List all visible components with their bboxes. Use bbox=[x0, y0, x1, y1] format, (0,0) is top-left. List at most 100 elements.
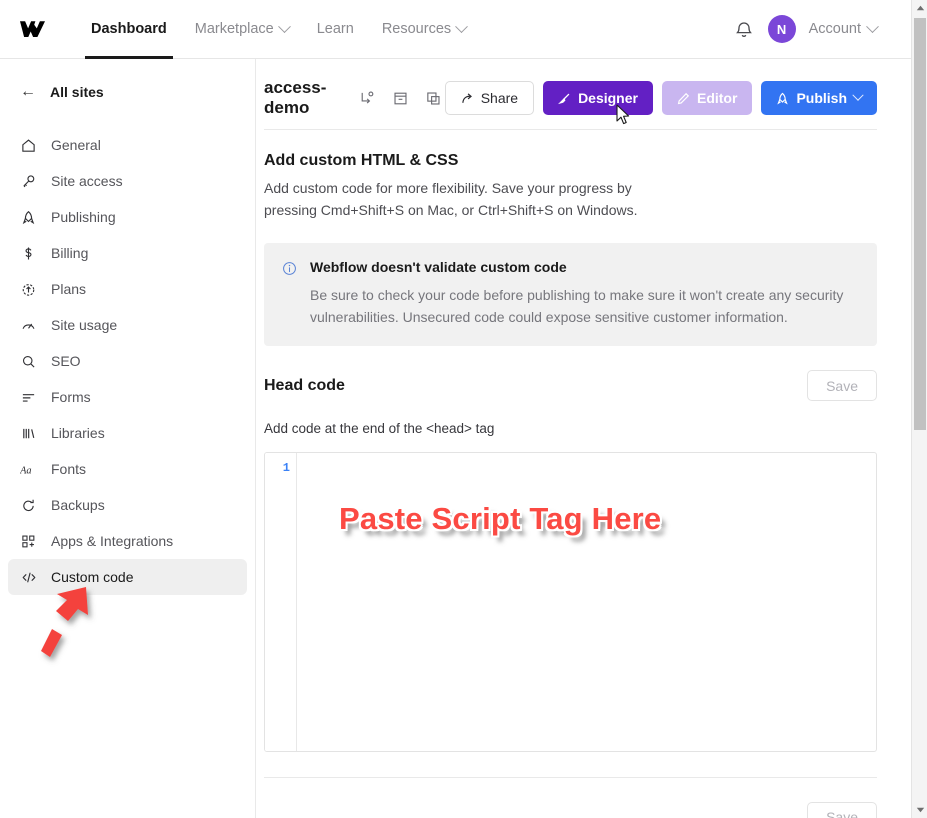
page-title: access-demo bbox=[264, 78, 327, 117]
editor-button-label: Editor bbox=[696, 90, 738, 106]
sidebar-item-plans[interactable]: Plans bbox=[8, 271, 247, 307]
sidebar-item-libraries[interactable]: Libraries bbox=[8, 415, 247, 451]
scroll-up-arrow[interactable] bbox=[912, 0, 927, 16]
save-button-label: Save bbox=[826, 809, 858, 818]
webflow-logo-icon[interactable] bbox=[18, 14, 48, 44]
notice-body: Be sure to check your code before publis… bbox=[310, 287, 844, 326]
search-icon bbox=[20, 353, 37, 370]
nav-right-group: N Account bbox=[735, 15, 911, 43]
section-heading: Add custom HTML & CSS bbox=[264, 152, 459, 169]
sidebar-item-label: SEO bbox=[51, 353, 81, 369]
page-header-buttons: Share Designer Editor Publish bbox=[444, 81, 877, 115]
sidebar-item-label: Publishing bbox=[51, 209, 116, 225]
nav-item-label: Marketplace bbox=[194, 21, 274, 37]
notice-title: Webflow doesn't validate custom code bbox=[310, 259, 567, 276]
footer-code-header: Footer code Save bbox=[264, 797, 877, 818]
sidebar-item-label: Fonts bbox=[51, 461, 87, 477]
head-code-hint: Add code at the end of the <head> tag bbox=[264, 421, 495, 437]
vertical-scrollbar[interactable] bbox=[911, 0, 927, 818]
chevron-down-icon bbox=[277, 19, 291, 33]
designer-button-label: Designer bbox=[578, 90, 638, 106]
editor-code-area[interactable]: Paste Script Tag Here bbox=[297, 453, 876, 751]
sidebar-item-general[interactable]: General bbox=[8, 127, 247, 163]
sidebar-item-site-access[interactable]: Site access bbox=[8, 163, 247, 199]
sidebar-item-label: General bbox=[51, 137, 101, 153]
paste-script-tag-annotation: Paste Script Tag Here bbox=[339, 501, 662, 537]
sidebar-item-fonts[interactable]: Aa Fonts bbox=[8, 451, 247, 487]
bell-icon[interactable] bbox=[735, 18, 755, 40]
publish-button[interactable]: Publish bbox=[761, 81, 877, 115]
upgrade-circle-icon bbox=[20, 281, 37, 298]
footer-code-save-button[interactable]: Save bbox=[807, 801, 877, 818]
section-subheading: Add custom code for more flexibility. Sa… bbox=[264, 180, 638, 219]
page-header-icons bbox=[357, 87, 445, 109]
editor-line-gutter: 1 bbox=[265, 453, 297, 752]
key-icon bbox=[20, 173, 37, 190]
publish-button-label: Publish bbox=[796, 90, 847, 106]
sidebar-item-label: Site usage bbox=[51, 317, 118, 333]
footer-divider bbox=[264, 777, 877, 779]
head-code-save-button[interactable]: Save bbox=[807, 370, 877, 402]
chevron-down-icon bbox=[852, 89, 864, 101]
share-button-label: Share bbox=[480, 90, 519, 106]
designer-button[interactable]: Designer bbox=[543, 81, 653, 115]
scroll-down-arrow[interactable] bbox=[912, 802, 927, 818]
svg-text:Aa: Aa bbox=[20, 465, 32, 476]
sidebar-item-custom-code[interactable]: Custom code bbox=[8, 559, 247, 595]
home-icon bbox=[20, 137, 37, 154]
nav-item-marketplace[interactable]: Marketplace bbox=[181, 0, 303, 59]
share-button[interactable]: Share bbox=[444, 81, 535, 115]
sidebar-item-site-usage[interactable]: Site usage bbox=[8, 307, 247, 343]
avatar[interactable]: N bbox=[767, 15, 796, 43]
dollar-icon bbox=[20, 245, 37, 262]
sidebar-item-apps-integrations[interactable]: Apps & Integrations bbox=[8, 523, 247, 559]
head-code-title: Head code bbox=[264, 376, 345, 394]
sidebar-item-label: Plans bbox=[51, 281, 87, 297]
sidebar-item-label: Backups bbox=[51, 497, 105, 513]
sidebar-item-backups[interactable]: Backups bbox=[8, 487, 247, 523]
page-header: access-demo Share Designer Editor Publis… bbox=[256, 59, 911, 121]
sidebar-item-label: Libraries bbox=[51, 425, 105, 441]
sidebar-item-label: Billing bbox=[51, 245, 89, 261]
nav-item-label: Resources bbox=[381, 21, 452, 37]
scrollbar-thumb[interactable] bbox=[914, 18, 926, 430]
arrow-left-icon: ← bbox=[20, 83, 36, 100]
font-aa-icon: Aa bbox=[20, 461, 37, 478]
top-navigation-bar: Dashboard Marketplace Learn Resources N … bbox=[0, 0, 911, 59]
main-content: access-demo Share Designer Editor Publis… bbox=[256, 59, 911, 818]
header-divider bbox=[264, 129, 877, 130]
account-menu[interactable]: Account bbox=[808, 19, 879, 37]
app-window: Dashboard Marketplace Learn Resources N … bbox=[0, 0, 927, 818]
sidebar-item-billing[interactable]: Billing bbox=[8, 235, 247, 271]
sidebar-back-all-sites[interactable]: ← All sites bbox=[8, 75, 247, 109]
nav-item-dashboard[interactable]: Dashboard bbox=[77, 0, 181, 59]
sidebar-item-seo[interactable]: SEO bbox=[8, 343, 247, 379]
custom-code-section: Add custom HTML & CSS Add custom code fo… bbox=[256, 152, 911, 818]
nav-item-learn[interactable]: Learn bbox=[303, 0, 368, 59]
chevron-down-icon bbox=[455, 19, 469, 33]
apps-grid-icon bbox=[20, 533, 37, 550]
history-icon bbox=[20, 497, 37, 514]
rocket-icon bbox=[20, 209, 37, 226]
editor-button[interactable]: Editor bbox=[661, 81, 753, 115]
share-branch-icon[interactable] bbox=[357, 87, 379, 109]
duplicate-icon[interactable] bbox=[423, 87, 445, 109]
code-brackets-icon bbox=[20, 569, 37, 586]
lines-icon bbox=[20, 389, 37, 406]
sidebar-item-forms[interactable]: Forms bbox=[8, 379, 247, 415]
head-code-header: Head code Save bbox=[264, 370, 877, 402]
account-label: Account bbox=[808, 21, 861, 37]
sidebar-item-label: Apps & Integrations bbox=[51, 533, 174, 549]
validation-notice: Webflow doesn't validate custom code Be … bbox=[264, 243, 877, 347]
save-button-label: Save bbox=[826, 377, 858, 394]
sidebar-item-publishing[interactable]: Publishing bbox=[8, 199, 247, 235]
info-circle-icon bbox=[282, 261, 298, 328]
sidebar-item-label: Forms bbox=[51, 389, 91, 405]
nav-item-label: Learn bbox=[316, 21, 354, 37]
nav-item-resources[interactable]: Resources bbox=[368, 0, 480, 59]
primary-nav: Dashboard Marketplace Learn Resources bbox=[77, 0, 480, 59]
head-code-editor[interactable]: 1 Paste Script Tag Here bbox=[264, 452, 877, 753]
line-number: 1 bbox=[282, 461, 290, 476]
sidebar-item-label: Site access bbox=[51, 173, 123, 189]
archive-icon[interactable] bbox=[390, 87, 412, 109]
